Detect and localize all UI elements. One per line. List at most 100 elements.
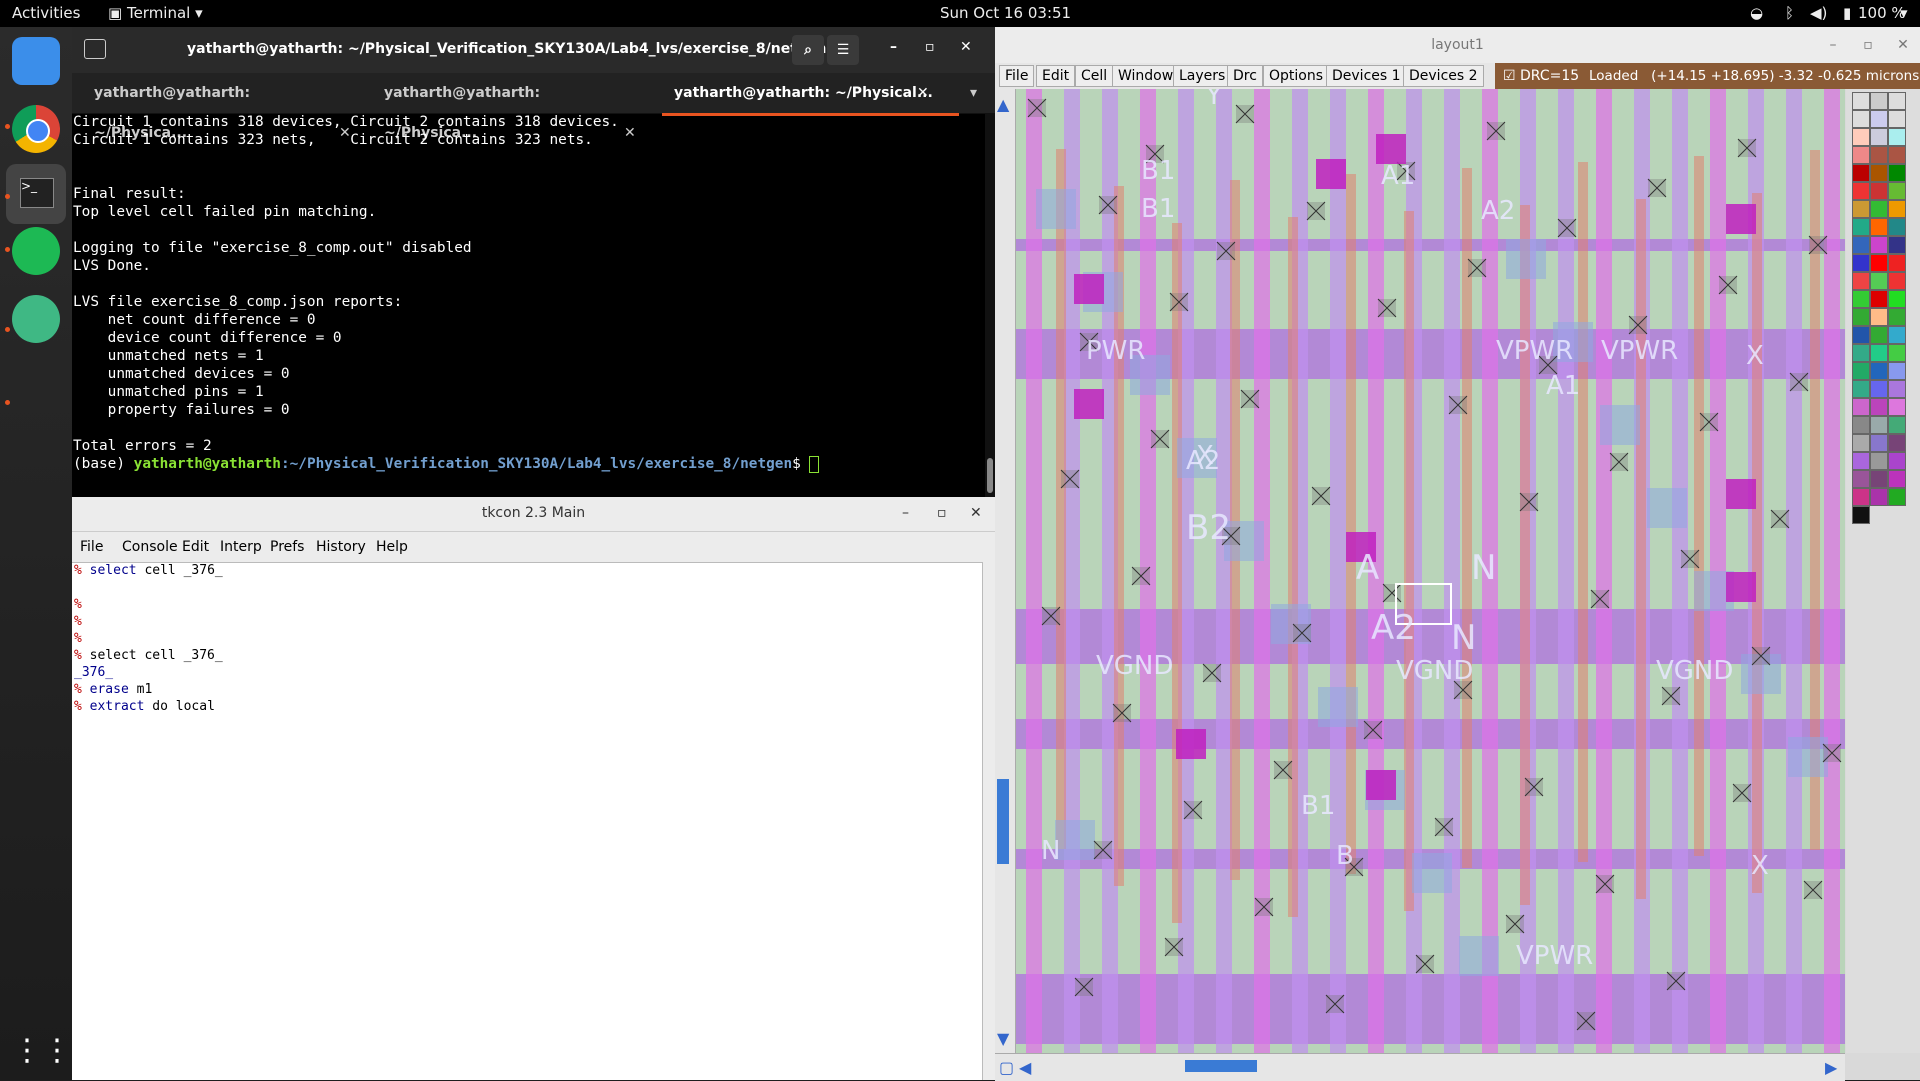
layer-swatch[interactable]: [1852, 452, 1870, 470]
layer-swatch[interactable]: [1888, 272, 1906, 290]
layer-swatch[interactable]: [1852, 290, 1870, 308]
layer-swatch[interactable]: [1888, 128, 1906, 146]
terminal-dock-icon[interactable]: >_: [6, 164, 66, 224]
menu-file[interactable]: File: [80, 539, 103, 555]
layer-swatch[interactable]: [1870, 344, 1888, 362]
layer-swatch[interactable]: [1852, 506, 1870, 524]
menu-edit[interactable]: Edit: [182, 539, 209, 555]
layer-swatch[interactable]: [1888, 308, 1906, 326]
menu-drc[interactable]: Drc: [1227, 65, 1263, 87]
layer-swatch[interactable]: [1870, 380, 1888, 398]
layer-swatch[interactable]: [1870, 236, 1888, 254]
layer-swatch[interactable]: [1888, 434, 1906, 452]
layer-swatch[interactable]: [1870, 254, 1888, 272]
drc-status[interactable]: ☑ DRC=15: [1495, 63, 1581, 89]
layer-swatch[interactable]: [1852, 434, 1870, 452]
layout-drawing[interactable]: YB1 A1A2B1PWR VPWR VPWRA2A1XB2A NA2 NVGND VGND…: [1016, 89, 1845, 1053]
layer-swatch[interactable]: [1870, 218, 1888, 236]
search-icon[interactable]: ⌕: [792, 35, 824, 65]
menu-options[interactable]: Options: [1263, 65, 1330, 87]
layer-swatch[interactable]: [1888, 92, 1906, 110]
layer-swatch[interactable]: [1852, 488, 1870, 506]
scroll-left-icon[interactable]: ◀: [1019, 1058, 1031, 1077]
maximize-icon[interactable]: ▫: [925, 39, 935, 55]
menu-interp[interactable]: Interp: [220, 539, 262, 555]
power-menu-icon[interactable]: ▾: [1900, 4, 1908, 22]
layer-swatch[interactable]: [1852, 362, 1870, 380]
layer-swatch[interactable]: [1888, 290, 1906, 308]
minimize-icon[interactable]: –: [890, 39, 897, 55]
layer-swatch[interactable]: [1888, 380, 1906, 398]
close-icon[interactable]: ✕: [970, 497, 982, 529]
wifi-icon[interactable]: ◒: [1750, 4, 1763, 22]
layer-swatch[interactable]: [1852, 344, 1870, 362]
scroll-thumb[interactable]: [997, 779, 1009, 864]
tkcon-console[interactable]: % select cell _376_%%%% select cell _376…: [74, 562, 223, 715]
minimize-icon[interactable]: –: [1818, 27, 1848, 63]
menu-layers[interactable]: Layers: [1173, 65, 1232, 87]
layer-swatch[interactable]: [1852, 182, 1870, 200]
layer-swatch[interactable]: [1852, 164, 1870, 182]
layout-canvas[interactable]: Y B1 A1 A2 B1 PWR VPWR VPWR A2 A1 X B2 A N A2 N VGND VGND…: [1016, 89, 1845, 1053]
menu-file[interactable]: File: [999, 65, 1035, 87]
layer-swatch[interactable]: [1888, 470, 1906, 488]
layer-swatch[interactable]: [1870, 362, 1888, 380]
layer-swatch[interactable]: [1870, 164, 1888, 182]
horizontal-scrollbar[interactable]: ▢ ◀ ▶: [995, 1053, 1845, 1081]
battery-icon[interactable]: ▮: [1843, 4, 1851, 22]
close-icon[interactable]: ✕: [1888, 27, 1918, 63]
scroll-right-icon[interactable]: ▶: [1825, 1058, 1837, 1077]
layer-swatch[interactable]: [1870, 398, 1888, 416]
bluetooth-icon[interactable]: ᛒ: [1785, 4, 1794, 22]
maximize-icon[interactable]: ▫: [937, 497, 947, 529]
layer-swatch[interactable]: [1852, 416, 1870, 434]
layer-swatch[interactable]: [1852, 146, 1870, 164]
menu-window[interactable]: Window: [1112, 65, 1180, 87]
close-tab-icon[interactable]: ✕: [917, 73, 929, 113]
tab-3[interactable]: yatharth@yatharth: ~/Physical... ✕: [662, 73, 959, 116]
new-tab-icon[interactable]: [84, 39, 106, 59]
layer-swatch[interactable]: [1870, 326, 1888, 344]
layer-palette[interactable]: [1846, 89, 1920, 1053]
zoom-icon[interactable]: ▢: [999, 1058, 1014, 1077]
layer-swatch[interactable]: [1870, 488, 1888, 506]
layer-swatch[interactable]: [1852, 326, 1870, 344]
terminal-prompt[interactable]: (base) yatharth@yatharth:~/Physical_Veri…: [73, 455, 983, 473]
layer-swatch[interactable]: [1888, 344, 1906, 362]
layer-swatch[interactable]: [1870, 128, 1888, 146]
chrome-icon[interactable]: [12, 105, 60, 153]
atom-icon[interactable]: [12, 295, 60, 343]
layer-swatch[interactable]: [1852, 470, 1870, 488]
layer-swatch[interactable]: [1870, 110, 1888, 128]
layer-swatch[interactable]: [1852, 218, 1870, 236]
layer-swatch[interactable]: [1870, 182, 1888, 200]
show-apps-icon[interactable]: ⋮⋮: [12, 1027, 72, 1075]
layer-swatch[interactable]: [1852, 128, 1870, 146]
layer-swatch[interactable]: [1888, 416, 1906, 434]
layer-swatch[interactable]: [1852, 236, 1870, 254]
layer-swatch[interactable]: [1870, 470, 1888, 488]
tkcon-scrollbar[interactable]: [982, 562, 995, 1080]
layer-swatch[interactable]: [1852, 92, 1870, 110]
vertical-scrollbar[interactable]: ▲ ▼: [995, 89, 1016, 1053]
files-icon[interactable]: [12, 37, 60, 85]
layer-swatch[interactable]: [1888, 236, 1906, 254]
layer-swatch[interactable]: [1870, 272, 1888, 290]
layer-swatch[interactable]: [1888, 146, 1906, 164]
layer-swatch[interactable]: [1852, 308, 1870, 326]
layer-swatch[interactable]: [1888, 452, 1906, 470]
hamburger-menu-icon[interactable]: ☰: [827, 35, 859, 65]
layer-swatch[interactable]: [1852, 398, 1870, 416]
layer-swatch[interactable]: [1888, 110, 1906, 128]
terminal-output[interactable]: Circuit 1 contains 318 devices, Circuit …: [72, 113, 983, 497]
layer-swatch[interactable]: [1870, 200, 1888, 218]
layer-swatch[interactable]: [1852, 110, 1870, 128]
menu-history[interactable]: History: [316, 539, 366, 555]
menu-console[interactable]: Console: [122, 539, 178, 555]
layer-swatch[interactable]: [1870, 146, 1888, 164]
close-icon[interactable]: ✕: [960, 39, 972, 55]
menu-devices-2[interactable]: Devices 2: [1403, 65, 1484, 87]
layer-swatch[interactable]: [1870, 308, 1888, 326]
layer-swatch[interactable]: [1870, 452, 1888, 470]
scroll-down-icon[interactable]: ▼: [997, 1029, 1009, 1048]
